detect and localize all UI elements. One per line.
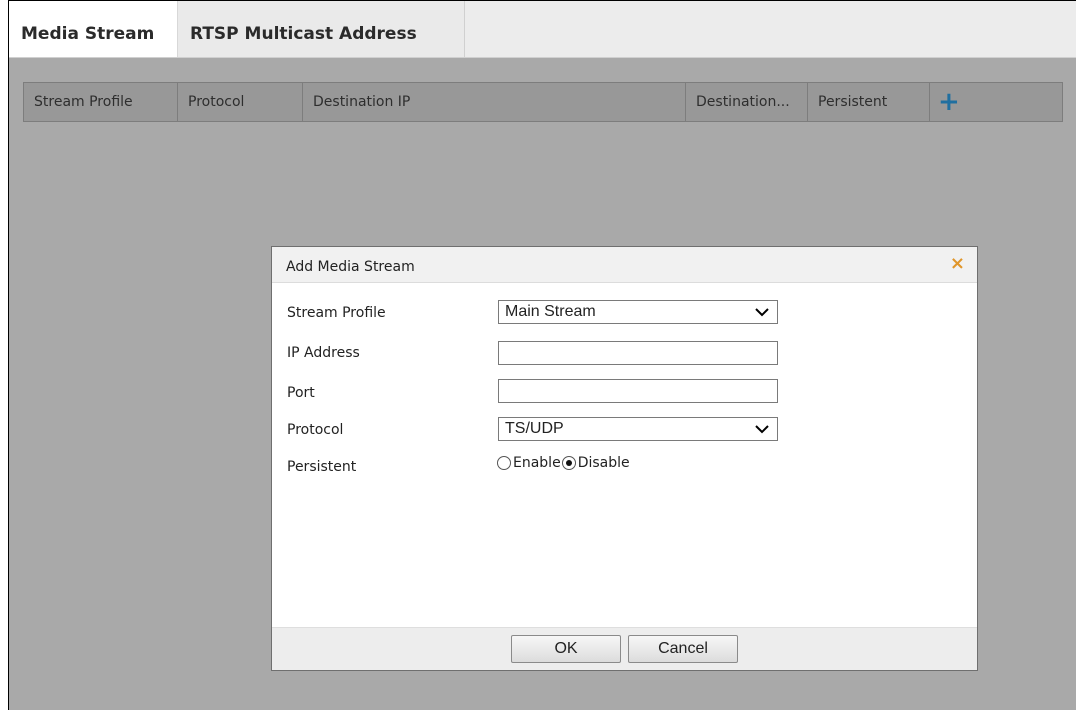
table-header: Stream Profile Protocol Destination IP D… xyxy=(23,82,1063,122)
cancel-button[interactable]: Cancel xyxy=(628,635,738,663)
disable-radio[interactable] xyxy=(561,456,576,470)
dialog-title: Add Media Stream xyxy=(272,247,977,283)
add-icon[interactable]: + xyxy=(930,83,990,121)
add-media-stream-dialog: Add Media Stream × Stream Profile Main S… xyxy=(271,246,978,671)
disable-radio-label[interactable]: Disable xyxy=(578,455,630,471)
enable-radio-label[interactable]: Enable xyxy=(513,455,561,471)
stream-profile-select[interactable]: Main Stream xyxy=(498,300,778,324)
tab-bar-filler xyxy=(465,1,1076,57)
port-label: Port xyxy=(287,385,315,401)
column-destination-port[interactable]: Destination... xyxy=(686,83,808,121)
tab-rtsp-multicast-address[interactable]: RTSP Multicast Address xyxy=(178,1,465,57)
protocol-label: Protocol xyxy=(287,422,344,438)
enable-radio[interactable] xyxy=(497,456,511,470)
stream-profile-value: Main Stream xyxy=(505,303,596,320)
ip-address-input[interactable] xyxy=(498,341,778,365)
tab-bar: Media Stream RTSP Multicast Address xyxy=(9,1,1076,58)
close-icon[interactable]: × xyxy=(950,255,965,273)
column-destination-ip[interactable]: Destination IP xyxy=(303,83,686,121)
persistent-radio-group: Enable Disable xyxy=(497,455,630,471)
column-protocol[interactable]: Protocol xyxy=(178,83,303,121)
dialog-footer: OK Cancel xyxy=(272,627,977,670)
port-input[interactable] xyxy=(498,379,778,403)
ip-address-label: IP Address xyxy=(287,345,360,361)
stream-profile-label: Stream Profile xyxy=(287,305,386,321)
tab-media-stream[interactable]: Media Stream xyxy=(9,1,178,57)
protocol-value: TS/UDP xyxy=(505,420,564,437)
chevron-down-icon xyxy=(755,302,769,328)
chevron-down-icon xyxy=(755,419,769,445)
ok-button[interactable]: OK xyxy=(511,635,621,663)
persistent-label: Persistent xyxy=(287,459,357,475)
column-persistent[interactable]: Persistent xyxy=(808,83,930,121)
protocol-select[interactable]: TS/UDP xyxy=(498,417,778,441)
column-stream-profile[interactable]: Stream Profile xyxy=(24,83,178,121)
